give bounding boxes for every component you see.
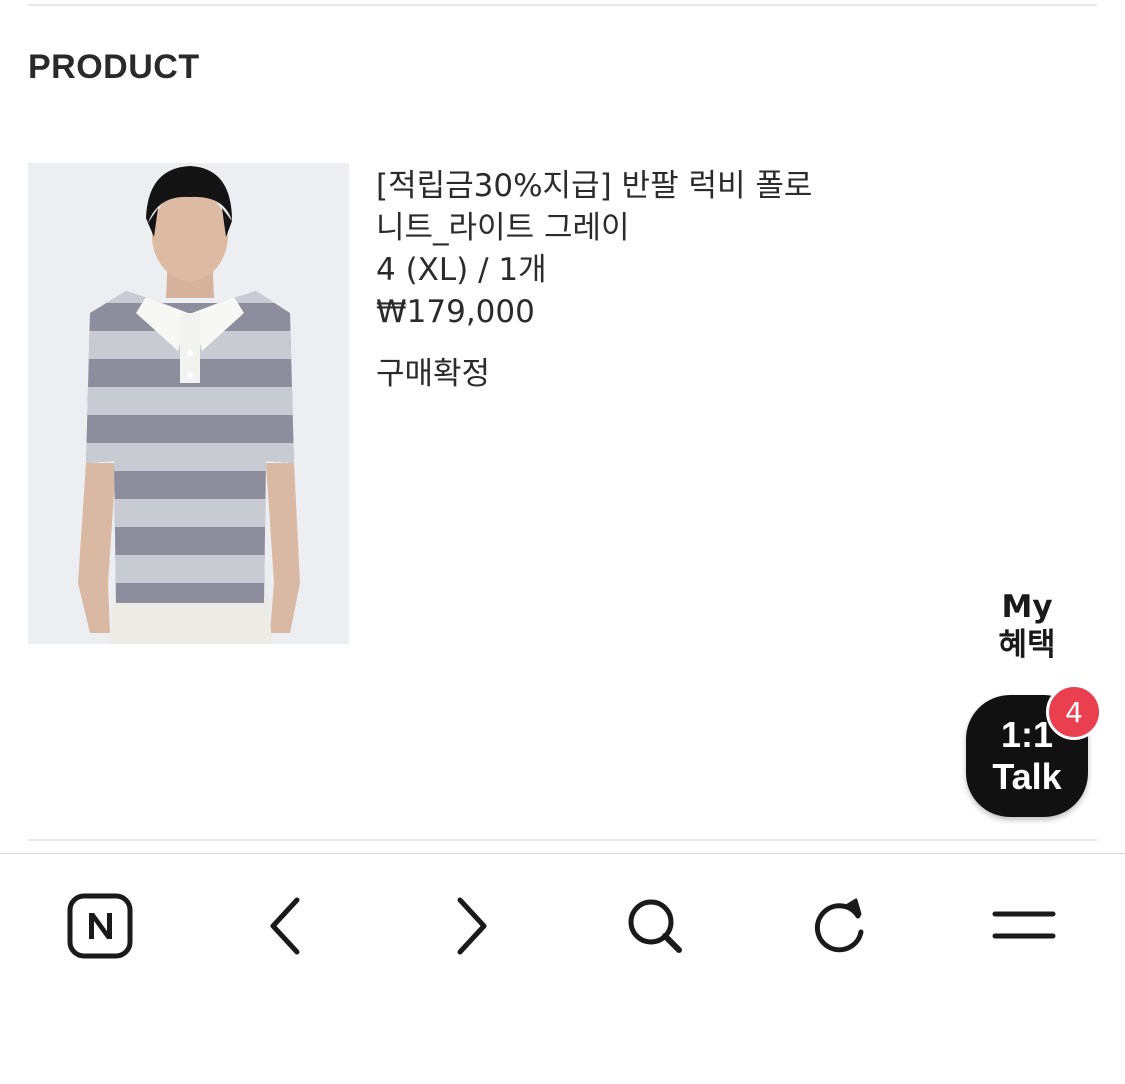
section-title: PRODUCT [28, 48, 200, 86]
refresh-icon [810, 896, 870, 956]
order-status: 구매확정 [376, 356, 491, 392]
product-info: [적립금30%지급] 반팔 럭비 폴로 니트_라이트 그레이 4 (XL) / … [376, 165, 896, 395]
my-benefit-label-line2: 혜택 [998, 627, 1056, 663]
menu-icon [991, 906, 1057, 946]
browser-toolbar [0, 853, 1125, 1084]
naver-home-button[interactable] [60, 886, 140, 966]
chevron-right-icon [452, 896, 492, 956]
back-button[interactable] [245, 886, 325, 966]
product-image[interactable] [28, 163, 349, 644]
product-price: ₩179,000 [376, 294, 535, 330]
top-divider [28, 4, 1097, 6]
talk-label-line1: 1:1 [1000, 714, 1054, 755]
talk-unread-badge: 4 [1046, 684, 1102, 740]
naver-n-icon [67, 893, 133, 959]
forward-button[interactable] [432, 886, 512, 966]
product-option: 4 (XL) / 1개 [376, 252, 547, 288]
bottom-divider [28, 839, 1097, 841]
talk-label-line2: Talk [992, 756, 1062, 797]
product-name-line2[interactable]: 니트_라이트 그레이 [376, 207, 896, 249]
my-benefit-label-line1: My [1001, 589, 1053, 625]
search-button[interactable] [615, 886, 695, 966]
page: PRODUCT [적립금30%지급] 반팔 럭비 폴로 니트_라이트 그레이 4… [0, 0, 1125, 1084]
refresh-button[interactable] [800, 886, 880, 966]
menu-button[interactable] [984, 886, 1064, 966]
my-benefit-button[interactable]: My 혜택 [985, 588, 1069, 664]
chevron-left-icon [265, 896, 305, 956]
search-icon [625, 896, 685, 956]
product-name-line1[interactable]: [적립금30%지급] 반팔 럭비 폴로 [376, 165, 896, 207]
